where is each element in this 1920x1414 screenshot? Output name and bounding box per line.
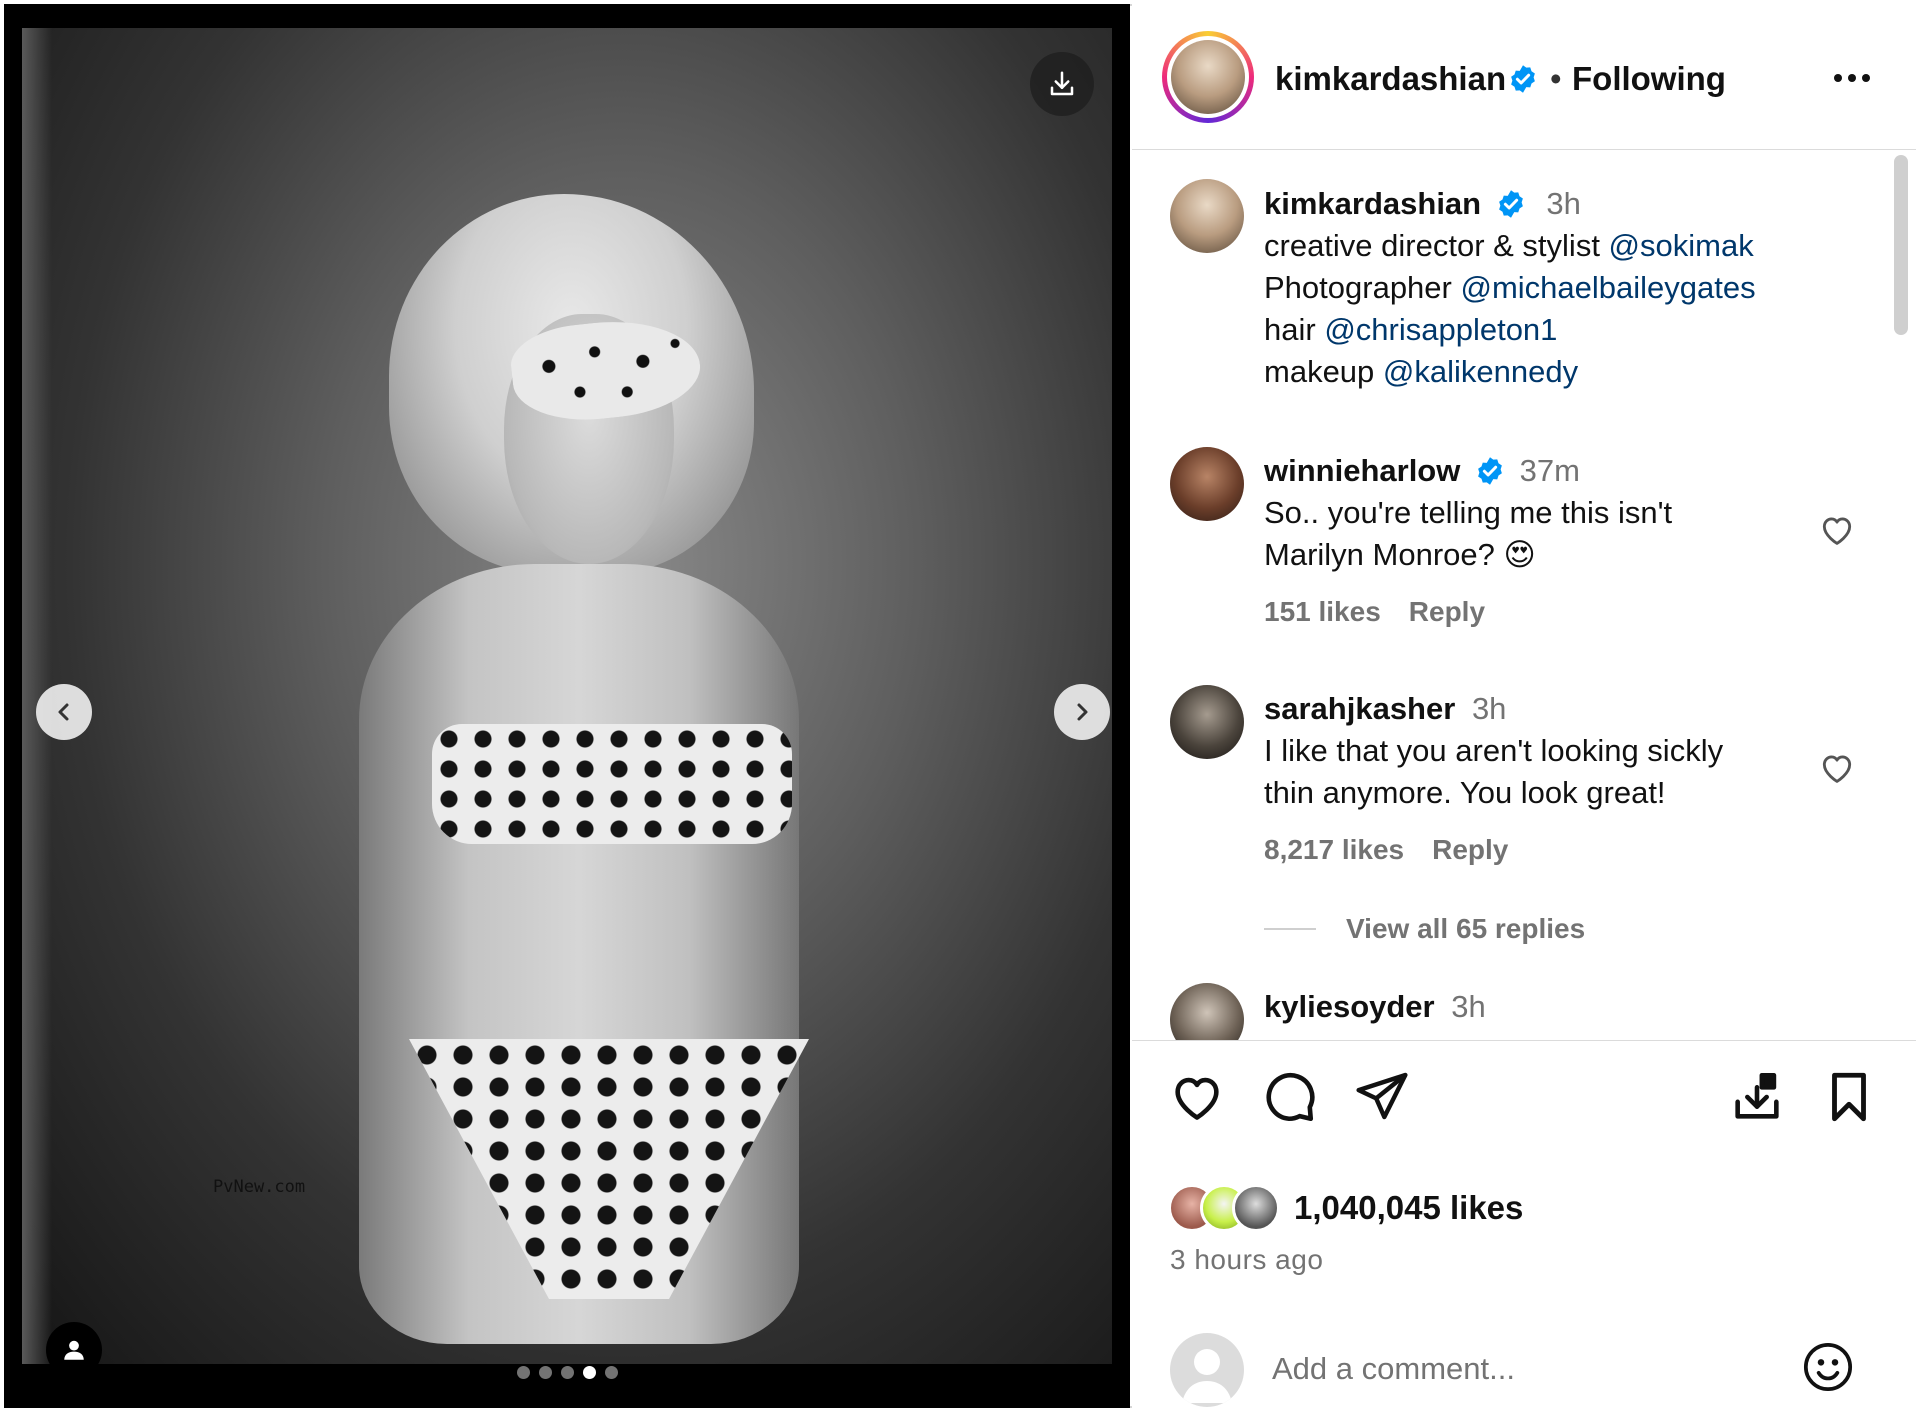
comments-scrollbar[interactable] (1894, 155, 1908, 335)
verified-badge-icon (1498, 190, 1523, 218)
post-sidebar: kimkardashian • Following kimkardashian … (1132, 4, 1916, 1408)
comment-text: thin anymore. You look great! (1264, 775, 1666, 810)
caption-username[interactable]: kimkardashian (1264, 186, 1481, 221)
post-actions: 1,040,045 likes 3 hours ago (1132, 1044, 1916, 1408)
comments-list[interactable]: kimkardashian 3h creative director & sty… (1132, 151, 1916, 1041)
more-icon[interactable] (1830, 66, 1874, 90)
mention-link[interactable]: @kalikennedy (1383, 354, 1578, 389)
verified-badge-icon (1478, 457, 1502, 485)
comment-meta: 8,217 likes Reply (1264, 834, 1536, 866)
post-header: kimkardashian • Following (1132, 4, 1916, 150)
chevron-left-icon (58, 703, 69, 721)
likes-summary[interactable]: 1,040,045 likes (1168, 1184, 1523, 1232)
replies-divider (1264, 928, 1316, 930)
post-timestamp[interactable]: 3 hours ago (1170, 1244, 1323, 1276)
comment-meta: 151 likes Reply (1264, 596, 1513, 628)
caption-line: makeup @kalikennedy (1264, 354, 1579, 389)
carousel-dot (517, 1366, 530, 1379)
comment-time: 3h (1451, 989, 1486, 1024)
comment-like-icon[interactable] (1818, 749, 1856, 787)
caption-time: 3h (1546, 186, 1581, 221)
carousel-dot (561, 1366, 574, 1379)
caption-line: hair @chrisappleton1 (1264, 312, 1558, 347)
comment-avatar[interactable] (1170, 447, 1244, 521)
carousel-dot (605, 1366, 618, 1379)
comment-text: Marilyn Monroe? 😍 (1264, 537, 1536, 572)
share-icon[interactable] (1354, 1068, 1410, 1124)
comment-header: sarahjkasher 3h (1264, 691, 1506, 727)
comment-avatar[interactable] (1170, 685, 1244, 759)
caption-header: kimkardashian 3h (1264, 186, 1581, 222)
caption-line: Photographer @michaelbaileygates (1264, 270, 1756, 305)
caption-avatar[interactable] (1170, 179, 1244, 253)
post-media (4, 4, 1130, 1408)
comment-icon[interactable] (1260, 1068, 1318, 1126)
comment-input[interactable] (1272, 1341, 1772, 1397)
comment-header: winnieharlow 37m (1264, 453, 1580, 489)
comment-time: 37m (1519, 453, 1580, 488)
view-replies-button[interactable]: View all 65 replies (1264, 913, 1585, 945)
mention-link[interactable]: @chrisappleton1 (1324, 312, 1557, 347)
author-username[interactable]: kimkardashian (1275, 60, 1506, 98)
mention-link[interactable]: @sokimak (1609, 228, 1754, 263)
view-replies-label: View all 65 replies (1346, 913, 1586, 944)
heart-icon[interactable] (1168, 1068, 1226, 1126)
likes-count[interactable]: 1,040,045 likes (1294, 1189, 1523, 1227)
comment-like-icon[interactable] (1818, 511, 1856, 549)
reply-button[interactable]: Reply (1432, 834, 1508, 865)
emoji-icon[interactable] (1800, 1339, 1856, 1395)
comment-text: I like that you aren't looking sickly (1264, 733, 1724, 768)
comment-username[interactable]: sarahjkasher (1264, 691, 1455, 726)
comment-avatar[interactable] (1170, 983, 1244, 1040)
tagged-users-button[interactable] (46, 1322, 102, 1378)
comment-likes[interactable]: 151 likes (1264, 596, 1381, 627)
download-icon (1050, 71, 1074, 96)
save-to-collection-icon[interactable] (1728, 1068, 1786, 1126)
previous-image-button[interactable] (36, 684, 92, 740)
comment-time: 3h (1471, 691, 1507, 726)
comment-username[interactable]: kyliesoyder (1264, 989, 1435, 1024)
comment-likes[interactable]: 8,217 likes (1264, 834, 1404, 865)
reply-button[interactable]: Reply (1409, 596, 1485, 627)
comment-username[interactable]: winnieharlow (1264, 453, 1460, 488)
comment-text: So.. you're telling me this isn't (1264, 495, 1673, 530)
author-avatar[interactable] (1162, 31, 1254, 123)
bookmark-icon[interactable] (1820, 1068, 1878, 1126)
download-button[interactable] (1030, 52, 1094, 116)
following-button[interactable]: Following (1572, 60, 1726, 98)
caption-line: creative director & stylist @sokimak (1264, 228, 1754, 263)
liker-avatar (1232, 1184, 1280, 1232)
comment-header: kyliesoyder 3h (1264, 989, 1486, 1025)
current-user-avatar (1170, 1333, 1244, 1407)
mention-link[interactable]: @michaelbaileygates (1460, 270, 1755, 305)
verified-badge-icon (1511, 65, 1535, 93)
carousel-dot-active (583, 1366, 596, 1379)
watermark: PvNew.com (213, 1177, 306, 1197)
next-image-button[interactable] (1054, 684, 1110, 740)
header-separator: • (1550, 60, 1562, 97)
carousel-dot (539, 1366, 552, 1379)
chevron-right-icon (1077, 703, 1088, 721)
user-tag-icon (64, 1340, 84, 1360)
add-comment-bar (1132, 1324, 1916, 1408)
carousel-indicator (517, 1366, 618, 1379)
